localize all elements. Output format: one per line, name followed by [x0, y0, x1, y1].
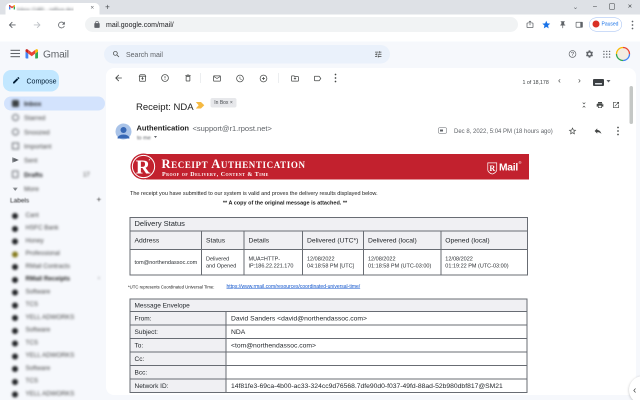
svg-text:R: R: [489, 164, 495, 173]
svg-text:R: R: [136, 157, 151, 179]
